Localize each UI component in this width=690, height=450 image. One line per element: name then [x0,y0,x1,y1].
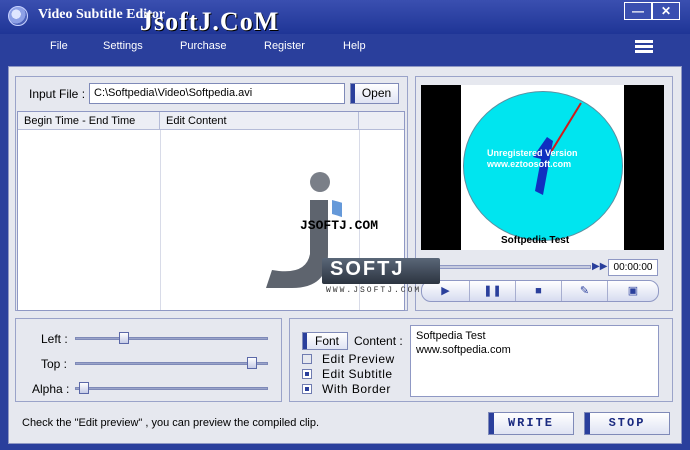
input-file-field[interactable]: C:\Softpedia\Video\Softpedia.avi [89,83,345,104]
table-header: Begin Time - End Time Edit Content [18,112,404,130]
menu-settings[interactable]: Settings [103,40,143,52]
video-preview: Unregistered Version www.eztoosoft.com S… [421,85,664,250]
film-reel-icon [8,6,28,26]
stop-button[interactable]: STOP [584,412,670,435]
left-label: Left : [41,332,68,346]
playback-controls: ▶ ❚❚ ■ ✎ ▣ [421,280,659,302]
content-line-1: Softpedia Test [416,330,486,342]
edit-subtitle-checkbox[interactable]: Edit Subtitle [302,367,393,381]
checkbox-box[interactable] [302,354,312,364]
alpha-label: Alpha : [32,382,70,396]
watermark-text-1: JSOFTJ.COM [300,218,379,233]
pause-button[interactable]: ❚❚ [470,281,516,301]
menu-bar: File Settings Purchase Register Help [22,37,662,59]
edit-preview-label: Edit Preview [322,352,395,366]
content-label: Content : [354,334,403,348]
checkbox-box[interactable] [302,384,312,394]
top-slider-thumb[interactable] [247,357,257,369]
alpha-slider-thumb[interactable] [79,382,89,394]
top-label: Top : [41,357,68,371]
content-textarea[interactable]: Softpedia Test www.softpedia.com [410,325,659,397]
menu-purchase[interactable]: Purchase [180,40,226,52]
menu-file[interactable]: File [50,40,68,52]
close-button[interactable]: ✕ [652,2,680,20]
seek-bar[interactable] [436,265,591,269]
overlay-line-2: www.eztoosoft.com [487,159,572,169]
left-slider[interactable] [75,337,268,340]
edit-preview-checkbox[interactable]: Edit Preview [302,352,395,366]
title-bar[interactable]: Video Subtitle Editor JsoftJ.CoM — ✕ [0,0,690,36]
minimize-button[interactable]: — [624,2,652,20]
checkbox-box[interactable] [302,369,312,379]
stop-playback-button[interactable]: ■ [516,281,562,301]
play-button[interactable]: ▶ [422,281,470,301]
alpha-slider[interactable] [75,387,268,390]
open-button[interactable]: Open [350,83,399,104]
with-border-label: With Border [322,382,391,396]
status-hint: Check the "Edit preview" , you can previ… [22,417,320,429]
top-slider[interactable] [75,362,268,365]
input-file-label: Input File : [29,87,86,101]
menu-help[interactable]: Help [343,40,366,52]
menu-icon[interactable] [635,40,653,54]
column-header-content[interactable]: Edit Content [160,112,359,130]
time-display: 00:00:00 [608,259,658,276]
watermark-text-3: WWW.JSOFTJ.COM [326,286,422,295]
video-caption: Softpedia Test [501,235,570,246]
snapshot-button[interactable]: ▣ [608,281,658,301]
watermark-text: JsoftJ.CoM [140,7,280,36]
seek-end-icon[interactable]: ▶▶ [592,261,607,273]
with-border-checkbox[interactable]: With Border [302,382,391,396]
font-button[interactable]: Font [302,332,348,350]
watermark-text-2: SOFTJ [330,258,405,280]
edit-pen-button[interactable]: ✎ [562,281,608,301]
content-line-2: www.softpedia.com [416,344,511,356]
column-header-time[interactable]: Begin Time - End Time [18,112,160,130]
overlay-line-1: Unregistered Version [487,148,578,158]
left-slider-thumb[interactable] [119,332,129,344]
menu-register[interactable]: Register [264,40,305,52]
column-divider [160,130,161,310]
edit-subtitle-label: Edit Subtitle [322,367,393,381]
write-button[interactable]: WRITE [488,412,574,435]
